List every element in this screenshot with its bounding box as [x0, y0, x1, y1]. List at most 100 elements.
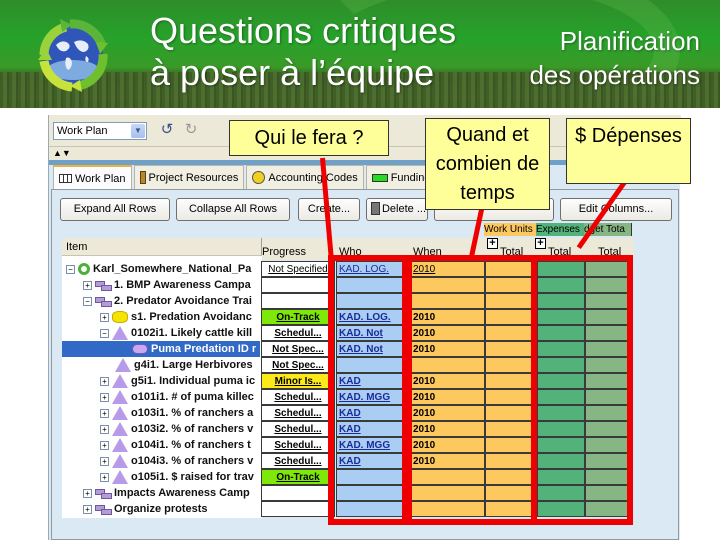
tree-row-label: o103i2. % of ranchers v: [131, 423, 254, 435]
tree-row-label: s1. Predation Avoidanc: [131, 311, 252, 323]
redo-icon[interactable]: ↻: [183, 122, 199, 138]
column-group-expenses: Expenses: [536, 223, 584, 236]
slide-title-line1: Questions critiques: [150, 10, 457, 51]
tree-row[interactable]: Puma Predation ID r: [62, 341, 260, 357]
column-header-item[interactable]: Item: [62, 238, 262, 256]
slide-subtitle: Planification des opérations: [529, 24, 700, 92]
collapse-icon[interactable]: −: [83, 296, 92, 306]
indicator-triangle-icon: [112, 470, 128, 485]
column-header-progress[interactable]: Progress: [262, 246, 306, 258]
undo-icon[interactable]: ↺: [159, 122, 175, 138]
chevron-down-icon[interactable]: ▼: [131, 124, 145, 138]
progress-cell[interactable]: Schedul...: [261, 437, 335, 453]
expand-icon[interactable]: +: [100, 424, 109, 434]
expand-icon[interactable]: +: [100, 472, 109, 482]
expand-all-rows-button[interactable]: Expand All Rows: [60, 198, 170, 221]
column-group-work-units: Work Units: [484, 223, 536, 236]
callout-when: Quand et combien de temps: [425, 118, 550, 210]
strategy-icon: [95, 296, 112, 307]
tree-row-label: o105i1. $ raised for trav: [131, 471, 254, 483]
expand-icon[interactable]: +: [100, 376, 109, 386]
tab-project-resources[interactable]: Project Resources: [133, 165, 245, 189]
indicator-triangle-icon: [115, 358, 131, 373]
slide: Questions critiques à poser à l’équipe P…: [0, 0, 720, 540]
tree-row[interactable]: g4i1. Large Herbivores: [62, 357, 260, 373]
tree-row-label: g4i1. Large Herbivores: [134, 359, 253, 371]
progress-cell[interactable]: Schedul...: [261, 389, 335, 405]
green-rect-icon: [371, 173, 388, 182]
progress-cell[interactable]: Schedul...: [261, 453, 335, 469]
tree-row-label: 0102i1. Likely cattle kill: [131, 327, 253, 339]
progress-cell[interactable]: Schedul...: [261, 325, 335, 341]
expand-expenses-icon[interactable]: +: [535, 238, 546, 249]
objective-hexagon-icon: [112, 311, 128, 324]
tab-label: Accounting Codes: [268, 171, 358, 184]
expand-icon[interactable]: +: [83, 280, 92, 290]
tree-row[interactable]: − 2. Predator Avoidance Trai: [62, 293, 260, 309]
progress-cell[interactable]: Minor Is...: [261, 373, 335, 389]
strategy-icon: [95, 280, 112, 291]
delete-button-label: Delete ...: [381, 203, 427, 215]
tree-row[interactable]: + Impacts Awareness Camp: [62, 485, 260, 501]
indicator-triangle-icon: [112, 422, 128, 437]
tree-row[interactable]: + s1. Predation Avoidanc: [62, 309, 260, 325]
expand-work-units-icon[interactable]: +: [487, 238, 498, 249]
grid-icon: [59, 174, 72, 183]
tab-work-plan[interactable]: Work Plan: [53, 165, 132, 190]
progress-cell[interactable]: On-Track: [261, 469, 335, 485]
indicator-triangle-icon: [112, 374, 128, 389]
edit-columns-button[interactable]: Edit Columns...: [560, 198, 672, 221]
expand-icon[interactable]: +: [100, 312, 109, 322]
slide-title: Questions critiques à poser à l’équipe: [150, 10, 456, 94]
tree-row[interactable]: + o105i1. $ raised for trav: [62, 469, 260, 485]
expand-icon[interactable]: +: [100, 408, 109, 418]
tree-row-label: o104i3. % of ranchers v: [131, 455, 254, 467]
tree-row[interactable]: + Organize protests: [62, 501, 260, 517]
slide-subtitle-line2: des opérations: [529, 60, 700, 90]
progress-cell[interactable]: [261, 293, 335, 309]
resource-icon: [139, 171, 146, 184]
view-select-value: Work Plan: [57, 125, 108, 137]
slide-subtitle-line1: Planification: [559, 26, 700, 56]
tree-row[interactable]: − Karl_Somewhere_National_Pa: [62, 261, 260, 277]
tree-row-label: Karl_Somewhere_National_Pa: [93, 263, 252, 275]
progress-cell[interactable]: On-Track: [261, 309, 335, 325]
yellow-circle-icon: [252, 171, 266, 184]
progress-cell[interactable]: Not Spec...: [261, 357, 335, 373]
expand-icon[interactable]: +: [83, 504, 92, 514]
expand-icon[interactable]: +: [100, 456, 109, 466]
view-select[interactable]: Work Plan ▼: [53, 122, 147, 140]
highlight-expenses-columns: [531, 255, 633, 525]
expand-icon[interactable]: +: [83, 488, 92, 498]
tree-row[interactable]: +1. BMP Awareness Campa: [62, 277, 260, 293]
strategy-icon: [95, 488, 112, 499]
collapse-icon[interactable]: −: [66, 264, 75, 274]
tree-row[interactable]: + o104i1. % of ranchers t: [62, 437, 260, 453]
tree-row-label: o101i1. # of puma killec: [131, 391, 254, 403]
progress-cell[interactable]: Schedul...: [261, 405, 335, 421]
delete-button[interactable]: Delete ...: [366, 198, 428, 221]
collapse-icon[interactable]: −: [100, 328, 109, 338]
progress-cell[interactable]: [261, 485, 335, 501]
indicator-triangle-icon: [112, 454, 128, 469]
tree-row-label: Organize protests: [114, 503, 208, 515]
expand-icon[interactable]: +: [100, 392, 109, 402]
progress-cell[interactable]: Not Spec...: [261, 341, 335, 357]
progress-cell[interactable]: [261, 501, 335, 517]
expand-icon[interactable]: +: [100, 440, 109, 450]
progress-cell[interactable]: [261, 277, 335, 293]
tree-row-label: Impacts Awareness Camp: [114, 487, 250, 499]
tab-accounting-codes[interactable]: Accounting Codes: [246, 165, 364, 189]
tree-row[interactable]: + o103i2. % of ranchers v: [62, 421, 260, 437]
tree-row[interactable]: + o103i1. % of ranchers a: [62, 405, 260, 421]
strategy-icon: [95, 504, 112, 515]
tree-row-label: g5i1. Individual puma ic: [131, 375, 256, 387]
tree-row[interactable]: − 0102i1. Likely cattle kill: [62, 325, 260, 341]
tree-row[interactable]: + o104i3. % of ranchers v: [62, 453, 260, 469]
progress-cell[interactable]: Schedul...: [261, 421, 335, 437]
collapse-all-rows-button[interactable]: Collapse All Rows: [176, 198, 290, 221]
progress-cell[interactable]: Not Specified: [261, 261, 335, 277]
tree-row[interactable]: + o101i1. # of puma killec: [62, 389, 260, 405]
tab-label: Project Resources: [148, 171, 239, 184]
tree-row[interactable]: + g5i1. Individual puma ic: [62, 373, 260, 389]
